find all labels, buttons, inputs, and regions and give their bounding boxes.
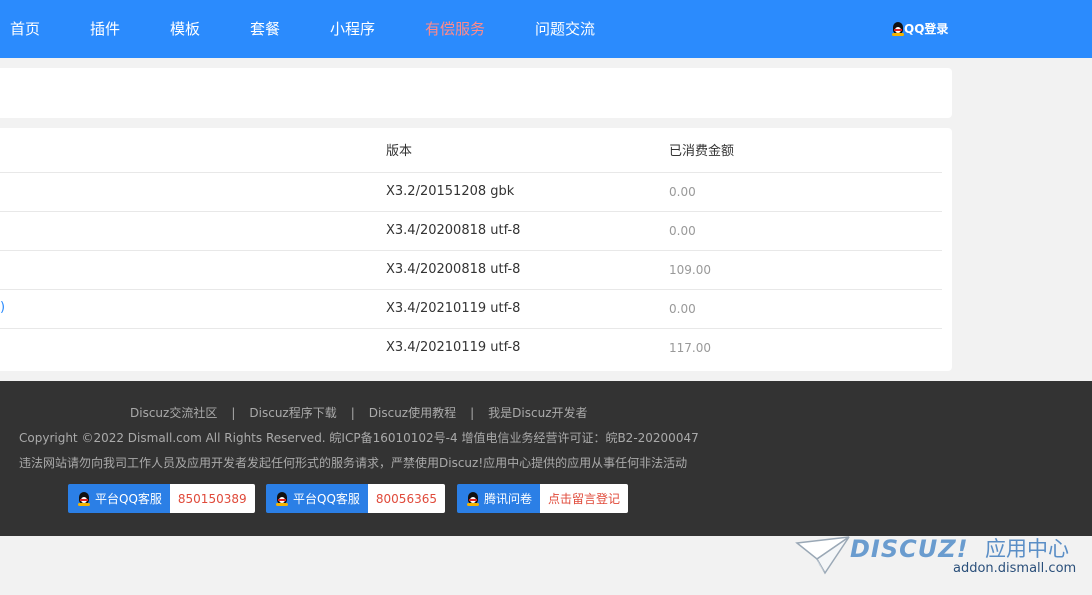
footer-link-tutorial[interactable]: Discuz使用教程 (369, 406, 456, 421)
table-row: X3.4/20210119 utf-8 117.00 (0, 328, 942, 367)
row-version: X3.4/20210119 utf-8 (386, 340, 521, 355)
nav-item-mini-program[interactable]: 小程序 (330, 19, 375, 39)
footer-separator: | (470, 406, 475, 420)
qq-service-label-2: 平台QQ客服 (266, 484, 368, 513)
brand-url: addon.dismall.com (953, 561, 1077, 576)
qq-penguin-icon (467, 491, 479, 506)
qq-service-label-1: 平台QQ客服 (68, 484, 170, 513)
qq-login-button[interactable]: QQ登录 (892, 19, 948, 39)
table-row: X3.2/20151208 gbk 0.00 (0, 172, 942, 211)
column-header-version: 版本 (386, 144, 413, 159)
qq-service-number-2: 80056365 (367, 484, 445, 513)
nav-item-packages[interactable]: 套餐 (250, 19, 280, 39)
row-amount: 117.00 (669, 341, 711, 355)
row-site-link[interactable]: ) (0, 300, 5, 316)
qq-service-label-text: 平台QQ客服 (293, 492, 360, 506)
qq-penguin-icon (276, 491, 288, 506)
qq-login-label: QQ登录 (904, 22, 949, 36)
footer-link-developer[interactable]: 我是Discuz开发者 (488, 406, 587, 421)
tencent-survey-label-text: 腾讯问卷 (484, 492, 533, 506)
footer-links: Discuz交流社区 | Discuz程序下载 | Discuz使用教程 | 我… (130, 406, 588, 421)
discuz-watermark: DISCUZ! 应用中心 addon.dismall.com (795, 533, 1085, 583)
tencent-survey-action: 点击留言登记 (540, 484, 629, 513)
brand-chinese-name: 应用中心 (985, 537, 1069, 561)
footer: Discuz交流社区 | Discuz程序下载 | Discuz使用教程 | 我… (0, 381, 1092, 536)
footer-separator: | (231, 406, 236, 420)
nav-item-plugins[interactable]: 插件 (90, 19, 120, 39)
table-row: X3.4/20200818 utf-8 0.00 (0, 211, 942, 250)
copyright-text: Copyright ©2022 Dismall.com All Rights R… (19, 431, 699, 445)
nav-item-paid-service[interactable]: 有偿服务 (425, 19, 485, 39)
column-header-amount: 已消费金额 (669, 144, 735, 159)
row-amount: 0.00 (669, 302, 696, 316)
footer-link-community[interactable]: Discuz交流社区 (130, 406, 217, 421)
table-row: X3.4/20200818 utf-8 109.00 (0, 250, 942, 289)
legal-notice: 违法网站请勿向我司工作人员及应用开发者发起任何形式的服务请求，严禁使用Discu… (19, 456, 688, 470)
row-amount: 0.00 (669, 185, 696, 199)
row-version: X3.4/20210119 utf-8 (386, 301, 521, 316)
row-version: X3.4/20200818 utf-8 (386, 223, 521, 238)
qq-service-button-2[interactable]: 平台QQ客服 80056365 (266, 484, 445, 513)
footer-separator: | (350, 406, 355, 420)
tencent-survey-label: 腾讯问卷 (457, 484, 541, 513)
qq-penguin-icon (892, 22, 904, 36)
qq-service-number-1: 850150389 (169, 484, 255, 513)
top-nav: 首页 插件 模板 套餐 小程序 有偿服务 问题交流 QQ登录 (0, 0, 1092, 58)
summary-panel (0, 68, 952, 118)
row-amount: 0.00 (669, 224, 696, 238)
qq-penguin-icon (78, 491, 90, 506)
nav-item-templates[interactable]: 模板 (170, 19, 200, 39)
paper-plane-icon (795, 536, 850, 575)
row-version: X3.2/20151208 gbk (386, 184, 515, 199)
footer-link-download[interactable]: Discuz程序下载 (249, 406, 336, 421)
table-row: ) X3.4/20210119 utf-8 0.00 (0, 289, 942, 328)
qq-service-label-text: 平台QQ客服 (95, 492, 162, 506)
qq-service-button-1[interactable]: 平台QQ客服 850150389 (68, 484, 255, 513)
nav-item-qa[interactable]: 问题交流 (535, 19, 595, 39)
row-amount: 109.00 (669, 263, 711, 277)
row-version: X3.4/20200818 utf-8 (386, 262, 521, 277)
site-table: 版本 已消费金额 X3.2/20151208 gbk 0.00 X3.4/202… (0, 128, 952, 371)
tencent-survey-button[interactable]: 腾讯问卷 点击留言登记 (457, 484, 629, 513)
nav-item-home[interactable]: 首页 (10, 19, 40, 39)
discuz-logo: DISCUZ! (850, 535, 969, 563)
